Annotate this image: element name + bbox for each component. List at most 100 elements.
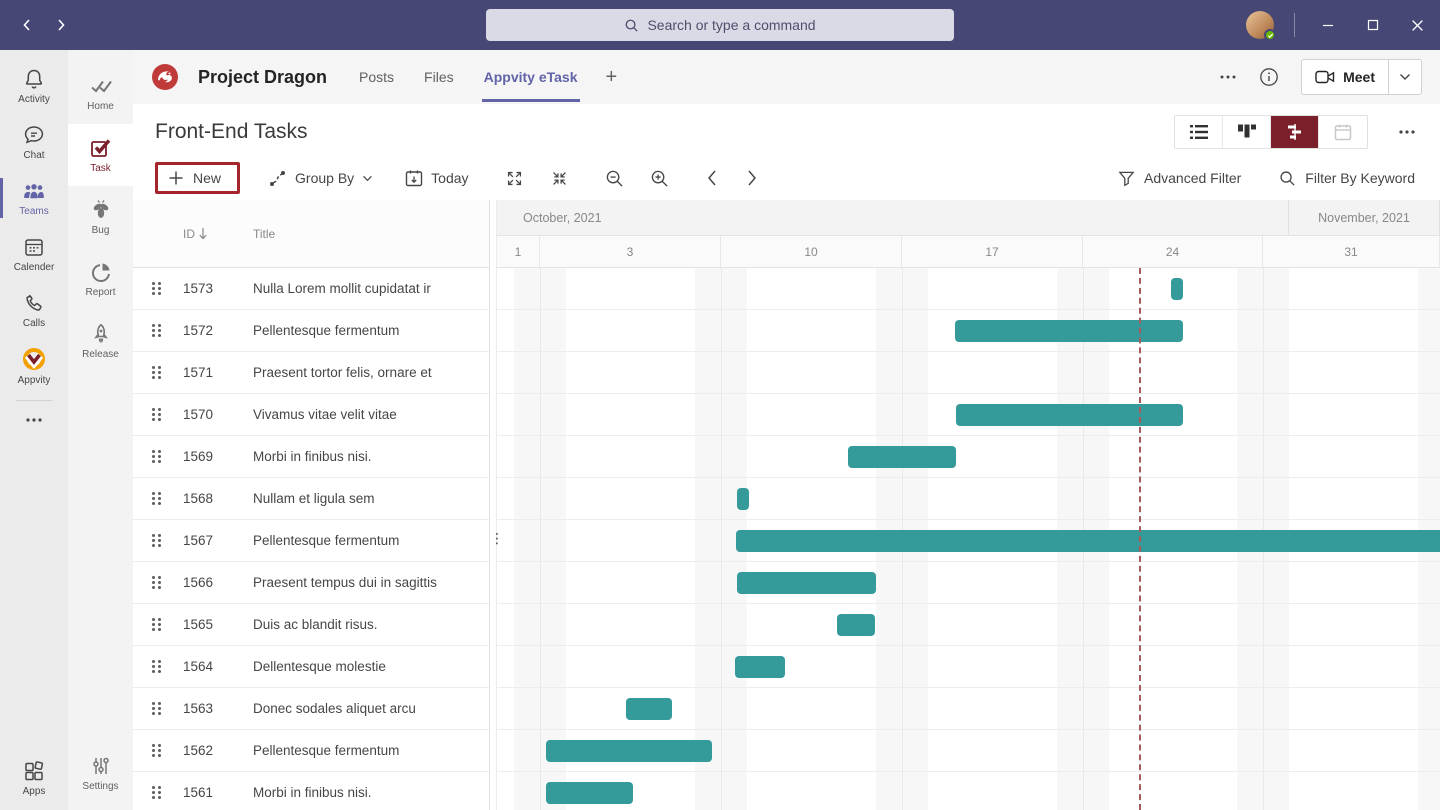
task-row[interactable]: 1565Duis ac blandit risus. (133, 604, 489, 646)
task-row[interactable]: 1566Praesent tempus dui in sagittis (133, 562, 489, 604)
add-tab-button[interactable]: + (606, 66, 618, 89)
sidebar-item-chat[interactable]: Chat (0, 114, 68, 170)
task-row[interactable]: 1562Pellentesque fermentum (133, 730, 489, 772)
group-by-label: Group By (295, 170, 354, 186)
id-column-header[interactable]: ID (183, 227, 223, 241)
gantt-row (497, 478, 1440, 520)
zoom-in-button[interactable] (650, 169, 669, 188)
minimize-button[interactable] (1305, 0, 1350, 50)
gantt-bar[interactable] (737, 572, 876, 594)
module-item-home[interactable]: Home (68, 62, 133, 124)
week-header-cell: 3 (540, 236, 721, 267)
gantt-bar[interactable] (546, 782, 633, 804)
task-row[interactable]: 1571Praesent tortor felis, ornare et (133, 352, 489, 394)
more-apps-button[interactable] (25, 407, 43, 433)
avatar[interactable] (1246, 11, 1274, 39)
title-column-header[interactable]: Title (253, 227, 275, 241)
channel-more-button[interactable] (1219, 74, 1237, 80)
board-view-icon (1237, 123, 1257, 141)
module-item-bug[interactable]: Bug (68, 186, 133, 248)
drag-handle[interactable] (151, 785, 165, 800)
gantt-bar[interactable] (848, 446, 956, 468)
drag-handle[interactable] (151, 449, 165, 464)
drag-handle[interactable] (151, 575, 165, 590)
gantt-bar[interactable] (1171, 278, 1183, 300)
meet-options-button[interactable] (1389, 73, 1421, 81)
module-item-task[interactable]: Task (68, 124, 133, 186)
task-row[interactable]: 1563Donec sodales aliquet arcu (133, 688, 489, 730)
sidebar-item-calls[interactable]: Calls (0, 282, 68, 338)
task-row[interactable]: 1568Nullam et ligula sem (133, 478, 489, 520)
task-row[interactable]: 1561Morbi in finibus nisi. (133, 772, 489, 810)
module-item-report[interactable]: Report (68, 248, 133, 310)
task-row[interactable]: 1567Pellentesque fermentum (133, 520, 489, 562)
drag-handle[interactable] (151, 323, 165, 338)
sidebar-item-calendar[interactable]: Calender (0, 226, 68, 282)
drag-handle[interactable] (151, 701, 165, 716)
gantt-bar[interactable] (837, 614, 875, 636)
forward-button[interactable] (48, 12, 74, 38)
sidebar-item-teams[interactable]: Teams (0, 170, 68, 226)
team-logo[interactable] (149, 61, 181, 93)
drag-handle[interactable] (151, 659, 165, 674)
task-title-cell: Pellentesque fermentum (253, 533, 399, 548)
maximize-button[interactable] (1350, 0, 1395, 50)
sliders-icon (89, 754, 113, 778)
page-more-button[interactable] (1398, 129, 1416, 135)
meet-button[interactable]: Meet (1301, 59, 1422, 95)
scroll-right-button[interactable] (745, 169, 759, 187)
task-row[interactable]: 1572Pellentesque fermentum (133, 310, 489, 352)
drag-handle[interactable] (151, 491, 165, 506)
splitter-grip-icon[interactable]: ⋮ (490, 530, 496, 547)
sidebar-item-appvity[interactable]: Appvity (0, 338, 68, 394)
task-row[interactable]: 1564Dellentesque molestie (133, 646, 489, 688)
search-placeholder: Search or type a command (647, 17, 815, 33)
panel-splitter[interactable]: ⋮ (490, 200, 497, 810)
today-button[interactable]: Today (405, 169, 468, 187)
gantt-bar[interactable] (546, 740, 712, 762)
channel-info-button[interactable] (1259, 67, 1279, 87)
task-row[interactable]: 1569Morbi in finibus nisi. (133, 436, 489, 478)
view-toggle-board[interactable] (1223, 116, 1271, 148)
expand-all-button[interactable] (505, 169, 524, 188)
sidebar-item-activity[interactable]: Activity (0, 58, 68, 114)
gantt-bar[interactable] (955, 320, 1183, 342)
module-item-settings[interactable]: Settings (68, 742, 133, 804)
close-button[interactable] (1395, 0, 1440, 50)
view-toggle-gantt[interactable] (1271, 116, 1319, 148)
drag-handle[interactable] (151, 281, 165, 296)
task-title-cell: Morbi in finibus nisi. (253, 785, 372, 800)
task-row[interactable]: 1573Nulla Lorem mollit cupidatat ir (133, 268, 489, 310)
gantt-bar[interactable] (735, 656, 785, 678)
module-item-label: Bug (92, 225, 110, 236)
collapse-all-button[interactable] (550, 169, 569, 188)
task-row[interactable]: 1570Vivamus vitae velit vitae (133, 394, 489, 436)
gantt-bar[interactable] (626, 698, 672, 720)
drag-handle[interactable] (151, 533, 165, 548)
filter-keyword-input[interactable]: Filter By Keyword (1279, 170, 1415, 187)
gantt-row (497, 352, 1440, 394)
group-by-button[interactable]: Group By (268, 169, 373, 188)
advanced-filter-button[interactable]: Advanced Filter (1118, 170, 1241, 187)
zoom-out-button[interactable] (605, 169, 624, 188)
view-toggle-calendar[interactable] (1319, 116, 1367, 148)
tab-files[interactable]: Files (422, 52, 456, 102)
drag-handle[interactable] (151, 407, 165, 422)
drag-handle[interactable] (151, 743, 165, 758)
drag-handle[interactable] (151, 365, 165, 380)
gantt-bar[interactable] (737, 488, 749, 510)
gantt-row (497, 688, 1440, 730)
back-button[interactable] (14, 12, 40, 38)
tab-appvity-etask[interactable]: Appvity eTask (482, 52, 580, 102)
scroll-left-button[interactable] (705, 169, 719, 187)
module-item-release[interactable]: Release (68, 310, 133, 372)
sidebar-item-apps[interactable]: Apps (0, 750, 68, 806)
tab-posts[interactable]: Posts (357, 52, 396, 102)
status-available-icon (1264, 29, 1276, 41)
view-toggle-list[interactable] (1175, 116, 1223, 148)
gantt-bar[interactable] (736, 530, 1440, 552)
new-task-button[interactable]: New (155, 162, 240, 194)
gantt-bar[interactable] (956, 404, 1183, 426)
drag-handle[interactable] (151, 617, 165, 632)
command-search-input[interactable]: Search or type a command (486, 9, 954, 41)
